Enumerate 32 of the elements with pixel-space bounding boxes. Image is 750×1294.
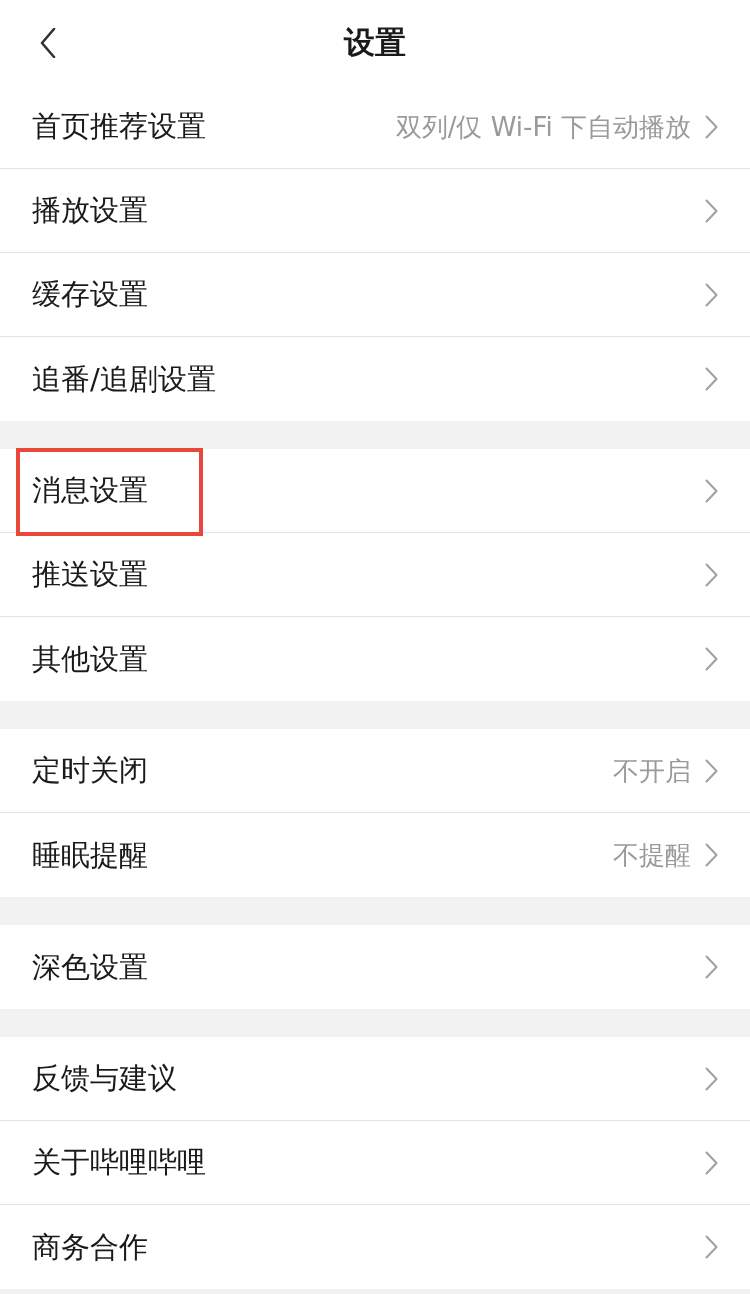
settings-item[interactable]: 睡眠提醒 不提醒 (0, 813, 750, 897)
settings-item[interactable]: 深色设置 (0, 925, 750, 1009)
settings-item[interactable]: 消息设置 (0, 449, 750, 533)
chevron-right-icon (705, 758, 718, 783)
settings-item[interactable]: 推送设置 (0, 533, 750, 617)
settings-item[interactable]: 商务合作 (0, 1205, 750, 1289)
chevron-right-icon (705, 1235, 718, 1259)
setting-value: 双列/仅 Wi-Fi 下自动播放 (395, 113, 691, 140)
page-title: 设置 (344, 27, 406, 58)
chevron-right-icon (705, 478, 718, 503)
settings-item[interactable]: 定时关闭 不开启 (0, 729, 750, 813)
chevron-right-icon (705, 282, 718, 307)
chevron-right-icon (705, 1150, 718, 1175)
settings-item[interactable]: 追番/追剧设置 (0, 337, 750, 421)
chevron-right-icon (705, 367, 718, 391)
settings-item[interactable]: 其他设置 (0, 617, 750, 701)
chevron-right-icon (705, 198, 718, 223)
back-icon (40, 28, 56, 58)
chevron-right-icon (705, 114, 718, 139)
chevron-right-icon (705, 955, 718, 979)
settings-item[interactable]: 首页推荐设置 双列/仅 Wi-Fi 下自动播放 (0, 85, 750, 169)
chevron-right-icon (705, 562, 718, 587)
settings-item[interactable]: 反馈与建议 (0, 1037, 750, 1121)
back-button[interactable] (38, 26, 58, 60)
chevron-right-icon (705, 843, 718, 867)
setting-value: 不提醒 (613, 842, 691, 868)
chevron-right-icon (705, 1066, 718, 1091)
settings-item[interactable]: 缓存设置 (0, 253, 750, 337)
settings-item[interactable]: 播放设置 (0, 169, 750, 253)
settings-item[interactable]: 关于哔哩哔哩 (0, 1121, 750, 1205)
setting-value: 不开启 (613, 757, 691, 784)
chevron-right-icon (705, 647, 718, 671)
